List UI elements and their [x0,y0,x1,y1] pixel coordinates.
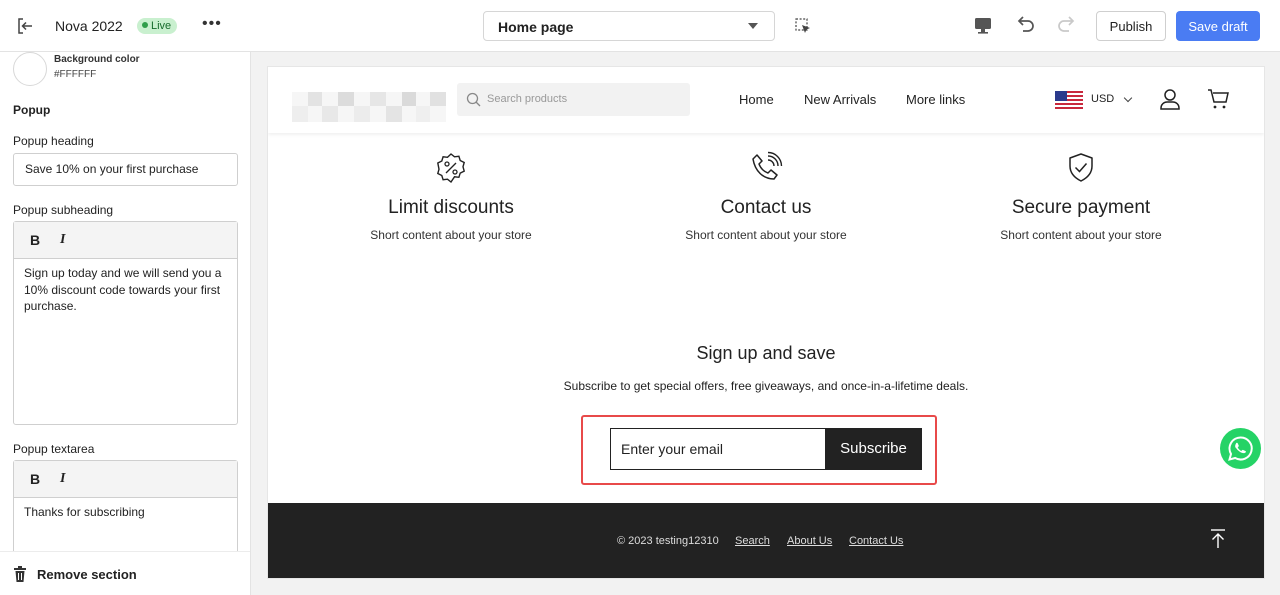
feature-title: Secure payment [1011,197,1151,218]
popup-textarea-field[interactable]: Thanks for subscribing [14,498,237,527]
footer-link-contact-us[interactable]: Contact Us [849,535,903,547]
settings-sidebar: Background color #FFFFFF Popup Popup hea… [0,52,251,595]
popup-subheading-editor: B I Sign up today and we will send you a… [13,221,238,425]
italic-button[interactable]: I [60,471,65,487]
exit-icon[interactable] [16,17,34,35]
newsletter-email-input[interactable]: Enter your email [610,428,826,470]
page-select[interactable]: Home page [483,11,775,41]
feature-secure-payment: Secure payment Short content about your … [951,151,1211,242]
newsletter-title: Sign up and save [696,343,836,363]
undo-icon[interactable] [1014,14,1036,36]
search-icon [466,92,481,107]
feature-title: Contact us [720,197,812,218]
bold-button[interactable]: B [30,232,40,248]
phone-icon [752,151,783,180]
popup-textarea-label: Popup textarea [13,442,95,456]
background-color-value: #FFFFFF [54,69,97,80]
us-flag-icon [1055,91,1083,109]
rich-text-toolbar: B I [14,461,237,498]
publish-button[interactable]: Publish [1096,11,1166,41]
feature-text: Short content about your store [370,228,532,242]
section-title: Popup [13,103,51,117]
store-search-input[interactable]: Search products [457,83,690,116]
feature-title: Limit discounts [388,197,514,218]
nav-home[interactable]: Home [739,92,774,107]
remove-section-button[interactable]: Remove section [0,551,250,595]
store-header: Search products Home New Arrivals More l… [268,67,1264,133]
save-draft-button[interactable]: Save draft [1176,11,1260,41]
footer-link-about-us[interactable]: About Us [787,535,832,547]
editor-topbar: Nova 2022 Live ••• Home page Publish Sav… [0,0,1280,52]
page-select-label: Home page [498,19,574,35]
popup-subheading-label: Popup subheading [13,203,114,217]
subscribe-button[interactable]: Subscribe [825,428,922,470]
store-logo[interactable] [292,92,446,122]
more-options-icon[interactable]: ••• [202,16,222,36]
italic-button[interactable]: I [60,232,65,248]
account-icon[interactable] [1158,87,1182,111]
trash-icon [14,566,26,582]
background-color-label: Background color [54,54,140,65]
nav-new-arrivals[interactable]: New Arrivals [804,92,876,107]
chevron-down-icon [748,23,758,29]
live-dot-icon [142,22,148,28]
remove-section-label: Remove section [37,567,137,582]
redo-icon[interactable] [1056,14,1078,36]
shield-check-icon [1069,153,1093,182]
feature-text: Short content about your store [685,228,847,242]
feature-limit-discounts: Limit discounts Short content about your… [321,151,581,242]
popup-heading-input[interactable]: Save 10% on your first purchase [13,153,238,186]
desktop-view-icon[interactable] [972,14,994,36]
theme-title: Nova 2022 [55,18,123,34]
footer-link-search[interactable]: Search [735,535,770,547]
store-preview: Search products Home New Arrivals More l… [268,67,1264,578]
inspector-select-icon[interactable] [794,17,812,35]
store-footer: © 2023 testing12310 Search About Us Cont… [268,503,1264,578]
search-placeholder: Search products [487,93,568,105]
feature-text: Short content about your store [1000,228,1162,242]
popup-subheading-textarea[interactable]: Sign up today and we will send you a 10%… [14,259,237,321]
status-badge-label: Live [151,20,172,32]
currency-label: USD [1091,93,1115,105]
cart-icon[interactable] [1206,87,1230,111]
whatsapp-icon [1228,436,1253,461]
nav-more-links[interactable]: More links [906,92,965,107]
discount-icon [436,153,466,184]
newsletter-subtitle: Subscribe to get special offers, free gi… [563,379,969,393]
bold-button[interactable]: B [30,471,40,487]
whatsapp-chat-button[interactable] [1220,428,1261,469]
rich-text-toolbar: B I [14,222,237,259]
feature-contact-us: Contact us Short content about your stor… [636,151,896,242]
background-color-swatch[interactable] [13,52,47,86]
popup-heading-label: Popup heading [13,134,94,148]
footer-copyright: © 2023 testing12310 [617,535,719,547]
chevron-down-icon [1123,93,1133,103]
back-to-top-icon[interactable] [1208,528,1228,550]
status-badge: Live [137,18,178,34]
